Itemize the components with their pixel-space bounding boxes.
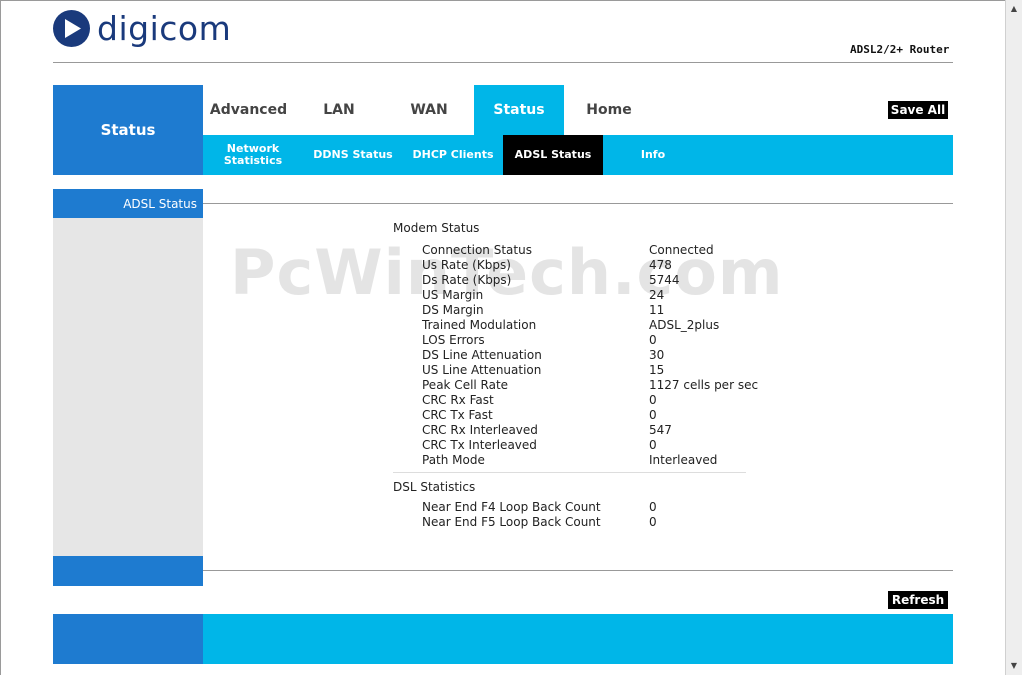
- table-row: US Line Attenuation 15: [422, 363, 758, 378]
- table-row: CRC Tx Interleaved 0: [422, 438, 758, 453]
- row-value: ADSL_2plus: [649, 318, 720, 332]
- content-divider-bottom: [203, 570, 953, 571]
- subtab-label: Network Statistics: [223, 142, 283, 167]
- subtab-dhcp-clients[interactable]: DHCP Clients: [403, 135, 503, 175]
- scroll-down-arrow-icon[interactable]: ▼: [1008, 660, 1020, 672]
- tab-status[interactable]: Status: [474, 85, 564, 135]
- subtab-label: DDNS Status: [313, 148, 393, 161]
- modem-status-table: Connection Status Connected Us Rate (Kbps…: [422, 243, 758, 468]
- row-value: 30: [649, 348, 665, 362]
- row-label: Connection Status: [422, 243, 532, 257]
- table-row: US Margin 24: [422, 288, 758, 303]
- subtab-adsl-status[interactable]: ADSL Status: [503, 135, 603, 175]
- row-label: Near End F5 Loop Back Count: [422, 515, 601, 529]
- scroll-up-arrow-icon[interactable]: ▲: [1008, 3, 1020, 15]
- table-row: Near End F5 Loop Back Count 0: [422, 515, 657, 530]
- tab-label: WAN: [410, 102, 448, 118]
- table-row: CRC Rx Fast 0: [422, 393, 758, 408]
- digicom-logo: digicom: [53, 9, 231, 48]
- row-label: Ds Rate (Kbps): [422, 273, 512, 287]
- row-label: US Margin: [422, 288, 484, 302]
- table-row: LOS Errors 0: [422, 333, 758, 348]
- table-row: Us Rate (Kbps) 478: [422, 258, 758, 273]
- sub-nav: Network Statistics DDNS Status DHCP Clie…: [203, 135, 953, 175]
- row-value: 0: [649, 438, 657, 452]
- row-value: 0: [649, 500, 657, 514]
- tab-lan[interactable]: LAN: [294, 85, 384, 135]
- tab-label: LAN: [323, 102, 355, 118]
- subtab-label: DHCP Clients: [412, 148, 494, 161]
- main-nav: Advanced LAN WAN Status Home: [203, 85, 654, 135]
- row-value: Connected: [649, 243, 714, 257]
- row-label: CRC Rx Fast: [422, 393, 494, 407]
- sidebar-panel: [53, 218, 203, 556]
- sidebar-item-adsl-status[interactable]: ADSL Status: [53, 189, 203, 218]
- subtab-info[interactable]: Info: [603, 135, 703, 175]
- row-label: DS Line Attenuation: [422, 348, 542, 362]
- vertical-scrollbar[interactable]: ▲ ▼: [1005, 0, 1022, 675]
- footer-bar-left: [53, 614, 203, 664]
- subtab-ddns-status[interactable]: DDNS Status: [303, 135, 403, 175]
- content-divider-top: [203, 203, 953, 204]
- footer-bar-right: [203, 614, 953, 664]
- subtab-network-statistics[interactable]: Network Statistics: [203, 135, 303, 175]
- modem-status-title: Modem Status: [393, 221, 480, 235]
- row-label: Trained Modulation: [422, 318, 537, 332]
- table-row: Path Mode Interleaved: [422, 453, 758, 468]
- row-label: CRC Tx Fast: [422, 408, 493, 422]
- dsl-statistics-table: Near End F4 Loop Back Count 0 Near End F5…: [422, 500, 657, 530]
- row-label: CRC Tx Interleaved: [422, 438, 537, 452]
- tab-label: Advanced: [209, 102, 288, 118]
- table-row: CRC Tx Fast 0: [422, 408, 758, 423]
- dsl-statistics-title: DSL Statistics: [393, 480, 476, 494]
- section-divider: [393, 472, 746, 473]
- row-label: DS Margin: [422, 303, 484, 317]
- tab-home[interactable]: Home: [564, 85, 654, 135]
- row-value: 11: [649, 303, 665, 317]
- row-value: 0: [649, 333, 657, 347]
- tab-label: Status: [493, 102, 545, 118]
- table-row: CRC Rx Interleaved 547: [422, 423, 758, 438]
- logo-arrow-icon: [53, 10, 90, 47]
- row-value: 0: [649, 515, 657, 529]
- header-divider: [53, 62, 953, 63]
- table-row: DS Line Attenuation 30: [422, 348, 758, 363]
- row-value: 478: [649, 258, 672, 272]
- subtab-label: Info: [640, 148, 666, 161]
- save-all-button[interactable]: Save All: [888, 101, 948, 119]
- row-label: LOS Errors: [422, 333, 485, 347]
- row-label: Us Rate (Kbps): [422, 258, 511, 272]
- row-value: 5744: [649, 273, 680, 287]
- table-row: DS Margin 11: [422, 303, 758, 318]
- table-row: Connection Status Connected: [422, 243, 758, 258]
- table-row: Ds Rate (Kbps) 5744: [422, 273, 758, 288]
- table-row: Trained Modulation ADSL_2plus: [422, 318, 758, 333]
- row-value: 0: [649, 393, 657, 407]
- row-value: 24: [649, 288, 665, 302]
- row-label: CRC Rx Interleaved: [422, 423, 538, 437]
- row-label: Path Mode: [422, 453, 485, 467]
- row-value: Interleaved: [649, 453, 718, 467]
- subtab-label: ADSL Status: [514, 148, 592, 161]
- row-label: US Line Attenuation: [422, 363, 542, 377]
- row-value: 0: [649, 408, 657, 422]
- tab-label: Home: [586, 102, 632, 118]
- sidebar-footer: [53, 556, 203, 586]
- table-row: Peak Cell Rate 1127 cells per sec: [422, 378, 758, 393]
- row-label: Near End F4 Loop Back Count: [422, 500, 601, 514]
- tab-wan[interactable]: WAN: [384, 85, 474, 135]
- row-value: 547: [649, 423, 672, 437]
- row-value: 15: [649, 363, 665, 377]
- brand-name: digicom: [97, 9, 232, 48]
- tab-advanced[interactable]: Advanced: [203, 85, 294, 135]
- row-value: 1127 cells per sec: [649, 378, 759, 392]
- section-label: Status: [53, 85, 203, 175]
- refresh-button[interactable]: Refresh: [888, 591, 948, 609]
- product-name: ADSL2/2+ Router: [850, 43, 950, 56]
- table-row: Near End F4 Loop Back Count 0: [422, 500, 657, 515]
- row-label: Peak Cell Rate: [422, 378, 509, 392]
